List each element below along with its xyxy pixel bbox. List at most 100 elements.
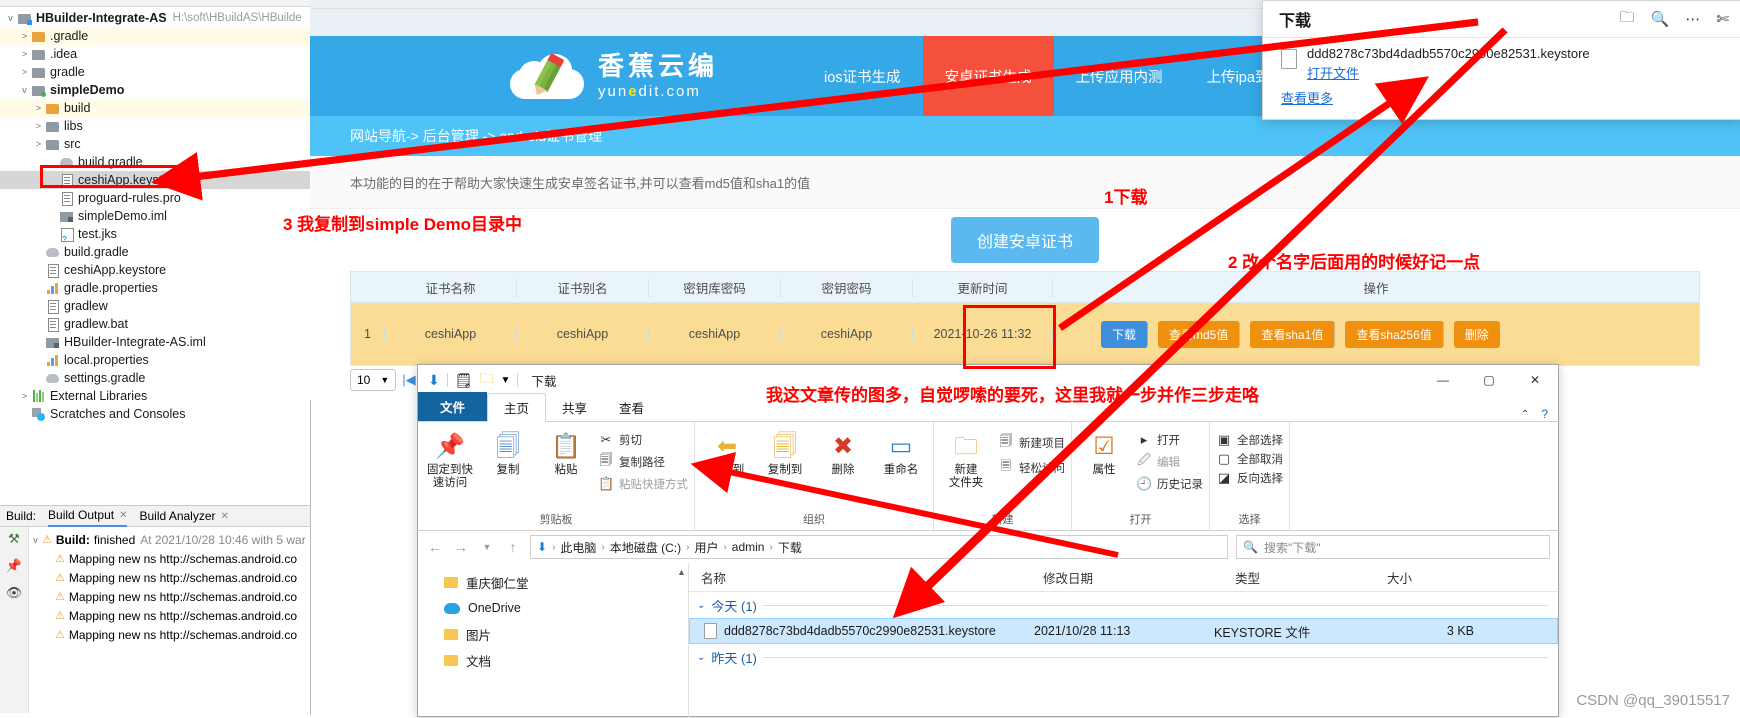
open-file-link[interactable]: 打开文件	[1307, 63, 1359, 82]
ribbon-button-new-item-icon[interactable]: 🗐 新建项目	[998, 432, 1066, 454]
tree-row[interactable]: simpleDemo.iml	[0, 207, 310, 225]
more-icon[interactable]: ⋯	[1685, 10, 1700, 28]
tab-build-analyzer[interactable]: Build Analyzer ✕	[139, 506, 228, 526]
tree-row[interactable]: > .idea	[0, 45, 310, 63]
column-header-modified[interactable]: 修改日期	[1031, 568, 1223, 587]
pin-icon[interactable]: 📌	[6, 558, 22, 574]
up-icon[interactable]: ↑	[504, 539, 522, 555]
hammer-icon[interactable]: ⚒	[8, 531, 20, 547]
page-size-select[interactable]: 10 ▼	[350, 369, 397, 391]
chevron-right-icon[interactable]: >	[32, 121, 45, 131]
ribbon-button-rename-icon[interactable]: ▭ 重命名	[875, 426, 927, 477]
tab-build-output[interactable]: Build Output ✕	[48, 505, 128, 527]
nav-scrollbar[interactable]: ▲	[677, 567, 686, 718]
ribbon-button-delete-icon[interactable]: ✖ 删除	[817, 426, 869, 477]
nav-pane-item-0[interactable]: 重庆御仁堂	[418, 569, 688, 595]
ribbon-button-copy-icon[interactable]: 🗐 复制	[482, 426, 534, 477]
ribbon-button-move-to-icon[interactable]: ⬅ 移动到	[701, 426, 753, 477]
column-header-name[interactable]: 名称	[689, 568, 1031, 587]
ribbon-button-copy-path-icon[interactable]: 🗐 复制路径	[598, 451, 688, 473]
action-button-2[interactable]: 查看sha1值	[1250, 320, 1336, 348]
tree-row-project-root[interactable]: v HBuilder-Integrate-AS H:\soft\HBuildAS…	[0, 9, 310, 27]
create-android-cert-button[interactable]: 创建安卓证书	[950, 217, 1099, 263]
search-input[interactable]: 🔍 搜索"下载"	[1236, 535, 1550, 559]
tree-row[interactable]: proguard-rules.pro	[0, 189, 310, 207]
ribbon-button-open-icon[interactable]: ▸ 打开	[1136, 432, 1203, 448]
tree-row[interactable]: gradle.properties	[0, 279, 310, 297]
close-button[interactable]: ✕	[1512, 365, 1558, 395]
download-icon[interactable]: ⬇	[428, 372, 440, 389]
build-log-row[interactable]: ⚠ Mapping new ns http://schemas.android.c…	[29, 606, 310, 625]
ribbon-button-pin-icon[interactable]: 📌 固定到快 速访问	[424, 426, 476, 490]
tree-row[interactable]: HBuilder-Integrate-AS.iml	[0, 333, 310, 351]
site-logo[interactable]: 香蕉云编 yunedit.com	[310, 36, 718, 116]
ribbon-small-buttons[interactable]: 🗐 新建项目 🗏 轻松访问	[998, 426, 1066, 479]
address-crumb-1[interactable]: 本地磁盘 (C:)	[610, 539, 681, 556]
close-icon[interactable]: ✕	[119, 510, 127, 521]
forward-icon[interactable]: →	[452, 539, 470, 555]
ribbon-small-buttons[interactable]: ▣ 全部选择 ▢ 全部取消 ◪ 反向选择	[1216, 426, 1283, 486]
new-folder-icon[interactable]: 🗀	[480, 368, 494, 392]
eye-icon[interactable]: 👁	[6, 585, 23, 601]
ribbon-button-invert-select-icon[interactable]: ◪ 反向选择	[1216, 470, 1283, 486]
address-crumb-4[interactable]: 下载	[778, 539, 802, 556]
ribbon-button-new-folder-icon[interactable]: 🗀 新建 文件夹	[940, 426, 992, 490]
build-gutter-toolbar[interactable]: ⚒ 📌 👁	[0, 527, 29, 713]
ribbon-tab-0[interactable]: 文件	[418, 392, 488, 421]
pin-icon[interactable]: ✄	[1716, 10, 1729, 28]
chevron-right-icon[interactable]: >	[32, 139, 45, 149]
column-header-size[interactable]: 大小	[1375, 568, 1507, 587]
chevron-right-icon[interactable]: >	[32, 103, 45, 113]
ribbon-button-properties-icon[interactable]: ☑ 属性	[1078, 426, 1130, 477]
ribbon[interactable]: 📌 固定到快 速访问 🗐 复制 📋 粘贴 ✂ 剪切 🗐 复制路径 📋 粘贴快捷方式 剪贴板 ⬅ 移动到 🗐 复制到…	[418, 422, 1558, 531]
folder-icon[interactable]: 🗀	[1620, 7, 1635, 32]
address-crumb-3[interactable]: admin	[732, 540, 765, 554]
tree-row[interactable]: > libs	[0, 117, 310, 135]
properties-icon[interactable]: 🗒	[455, 372, 473, 389]
project-tree[interactable]: v HBuilder-Integrate-AS H:\soft\HBuildAS…	[0, 7, 310, 423]
action-button-4[interactable]: 删除	[1453, 320, 1500, 348]
nav-item-1[interactable]: 安卓证书生成	[922, 36, 1054, 116]
minimize-button[interactable]: —	[1420, 365, 1466, 395]
build-output-log[interactable]: v ⚠ Build: finished At 2021/10/28 10:46 …	[29, 527, 310, 713]
address-crumb-0[interactable]: 此电脑	[560, 539, 596, 556]
file-row[interactable]: ddd8278c73bd4dadb5570c2990e82531.keystor…	[689, 618, 1558, 644]
ribbon-button-paste-icon[interactable]: 📋 粘贴	[540, 426, 592, 477]
nav-pane-item-2[interactable]: 图片	[418, 621, 688, 647]
tree-row[interactable]: gradlew	[0, 297, 310, 315]
ribbon-button-edit-icon[interactable]: 🖉 编辑	[1136, 451, 1203, 473]
see-more-link[interactable]: 查看更多	[1263, 82, 1740, 107]
chevron-down-icon[interactable]: v	[4, 13, 17, 23]
help-icon[interactable]: ?	[1541, 407, 1548, 421]
address-bar[interactable]: ⬇ › 此电脑 › 本地磁盘 (C:) › 用户 › admin › 下载	[530, 535, 1228, 559]
ribbon-tab-1[interactable]: 主页	[487, 393, 547, 422]
ribbon-button-paste-link-icon[interactable]: 📋 粘贴快捷方式	[598, 476, 688, 492]
action-button-0[interactable]: 下载	[1101, 320, 1149, 348]
build-tab-bar[interactable]: Build: Build Output ✕ Build Analyzer ✕	[0, 506, 310, 527]
tree-row[interactable]: build.gradle	[0, 243, 310, 261]
file-list[interactable]: 名称 修改日期 类型 大小 ⌄ 今天 (1) ddd8278c73bd4dadb55…	[689, 563, 1558, 718]
ribbon-small-buttons[interactable]: ▸ 打开 🖉 编辑 🕘 历史记录	[1136, 426, 1203, 492]
search-icon[interactable]: 🔍	[1651, 10, 1670, 28]
tree-row[interactable]: > gradle	[0, 63, 310, 81]
first-page-icon[interactable]: |◀	[402, 372, 415, 388]
action-button-3[interactable]: 查看sha256值	[1345, 320, 1444, 348]
ribbon-button-copy-to-icon[interactable]: 🗐 复制到	[759, 426, 811, 477]
ribbon-tab-2[interactable]: 共享	[546, 394, 603, 421]
build-log-row[interactable]: ⚠ Mapping new ns http://schemas.android.c…	[29, 625, 310, 644]
navigation-pane[interactable]: 重庆御仁堂 OneDrive 图片 文档 ▲	[418, 563, 689, 718]
recent-locations-icon[interactable]: ▼	[478, 542, 496, 552]
tree-row[interactable]: gradlew.bat	[0, 315, 310, 333]
chevron-down-icon[interactable]: v	[18, 85, 31, 95]
customize-icon[interactable]: ▼	[501, 375, 511, 386]
scroll-up-icon[interactable]: ▲	[677, 567, 686, 577]
chevron-right-icon[interactable]: >	[18, 31, 31, 41]
ribbon-button-history-icon[interactable]: 🕘 历史记录	[1136, 476, 1203, 492]
ribbon-button-select-all-icon[interactable]: ▣ 全部选择	[1216, 432, 1283, 448]
file-group-header-1[interactable]: ⌄ 昨天 (1)	[689, 644, 1558, 670]
chevron-up-icon[interactable]: ⌃	[1521, 409, 1529, 420]
window-controls[interactable]: — ▢ ✕	[1420, 365, 1558, 395]
action-button-1[interactable]: 查看md5值	[1158, 320, 1241, 348]
chevron-down-icon[interactable]: ⌄	[697, 600, 705, 611]
build-log-row[interactable]: ⚠ Mapping new ns http://schemas.android.c…	[29, 568, 310, 587]
